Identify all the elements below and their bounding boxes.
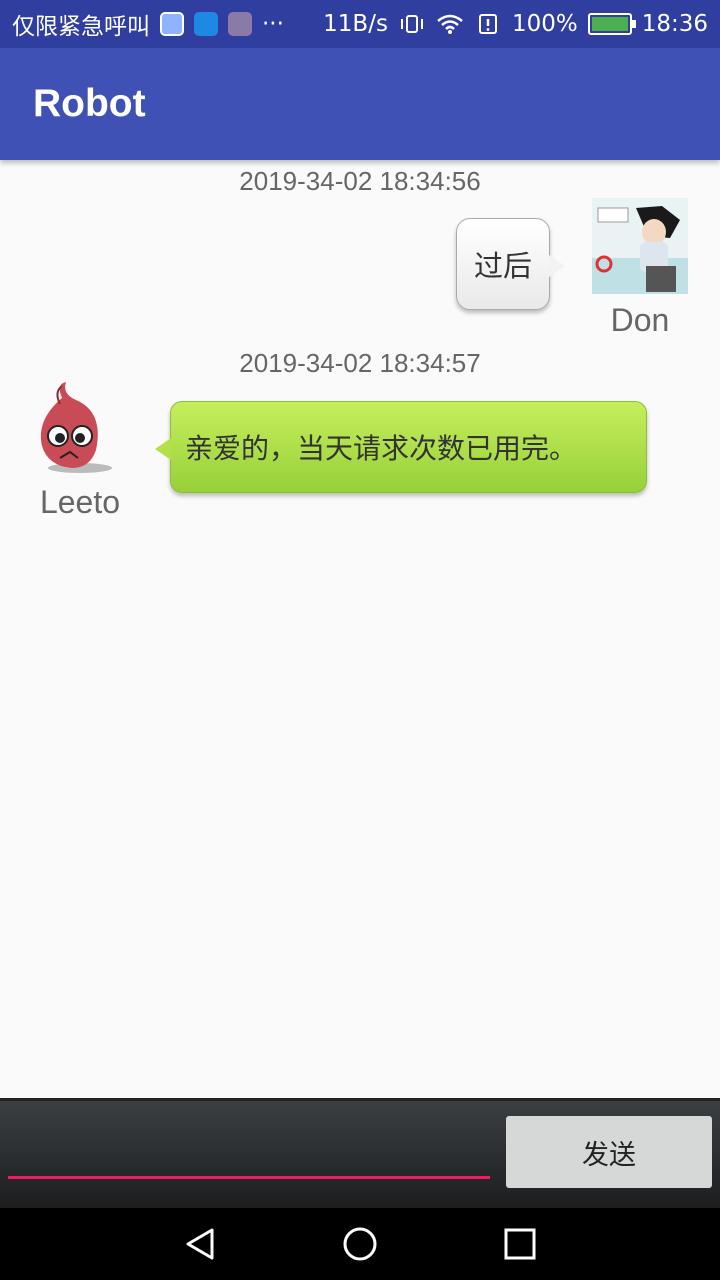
user-avatar-image	[592, 198, 688, 294]
usb-icon	[194, 12, 218, 36]
network-speed: 11B/s	[323, 11, 388, 37]
page-title: Robot	[33, 82, 146, 125]
sim-alert-icon	[478, 14, 497, 34]
more-notifications-icon: ···	[262, 11, 284, 37]
user-name: Don	[610, 302, 670, 338]
input-bar: 发送	[0, 1098, 720, 1208]
message-timestamp: 2019-34-02 18:34:57	[239, 348, 481, 378]
carrier-text: 仅限紧急呼叫	[12, 14, 150, 40]
user-message-bubble[interactable]: 过后	[456, 218, 565, 310]
navigation-bar	[0, 1208, 720, 1280]
recents-icon[interactable]	[502, 1226, 538, 1262]
back-icon[interactable]	[182, 1226, 218, 1262]
message-timestamp: 2019-34-02 18:34:56	[239, 166, 481, 196]
vibrate-icon	[400, 15, 423, 33]
message-input[interactable]	[8, 1111, 490, 1179]
image-notification-icon	[228, 12, 252, 36]
status-right: 11B/s 100% 18:36	[323, 11, 708, 37]
bot-avatar[interactable]	[32, 380, 128, 476]
status-bar: 仅限紧急呼叫 ··· 11B/s 100% 18:36	[0, 0, 720, 48]
status-left: 仅限紧急呼叫 ···	[12, 7, 284, 41]
app-notification-icon	[160, 12, 184, 36]
send-button[interactable]: 发送	[506, 1116, 712, 1188]
home-icon[interactable]	[342, 1226, 378, 1262]
user-avatar[interactable]	[592, 198, 688, 294]
wifi-icon	[437, 14, 463, 34]
bot-message-bubble[interactable]: 亲爱的，当天请求次数已用完。	[155, 401, 647, 493]
battery-percent: 100%	[511, 11, 578, 37]
bot-avatar-image	[40, 382, 112, 473]
bot-name: Leeto	[39, 484, 121, 520]
app-bar: Robot	[0, 48, 720, 160]
battery-icon	[587, 13, 636, 35]
clock: 18:36	[641, 11, 708, 37]
